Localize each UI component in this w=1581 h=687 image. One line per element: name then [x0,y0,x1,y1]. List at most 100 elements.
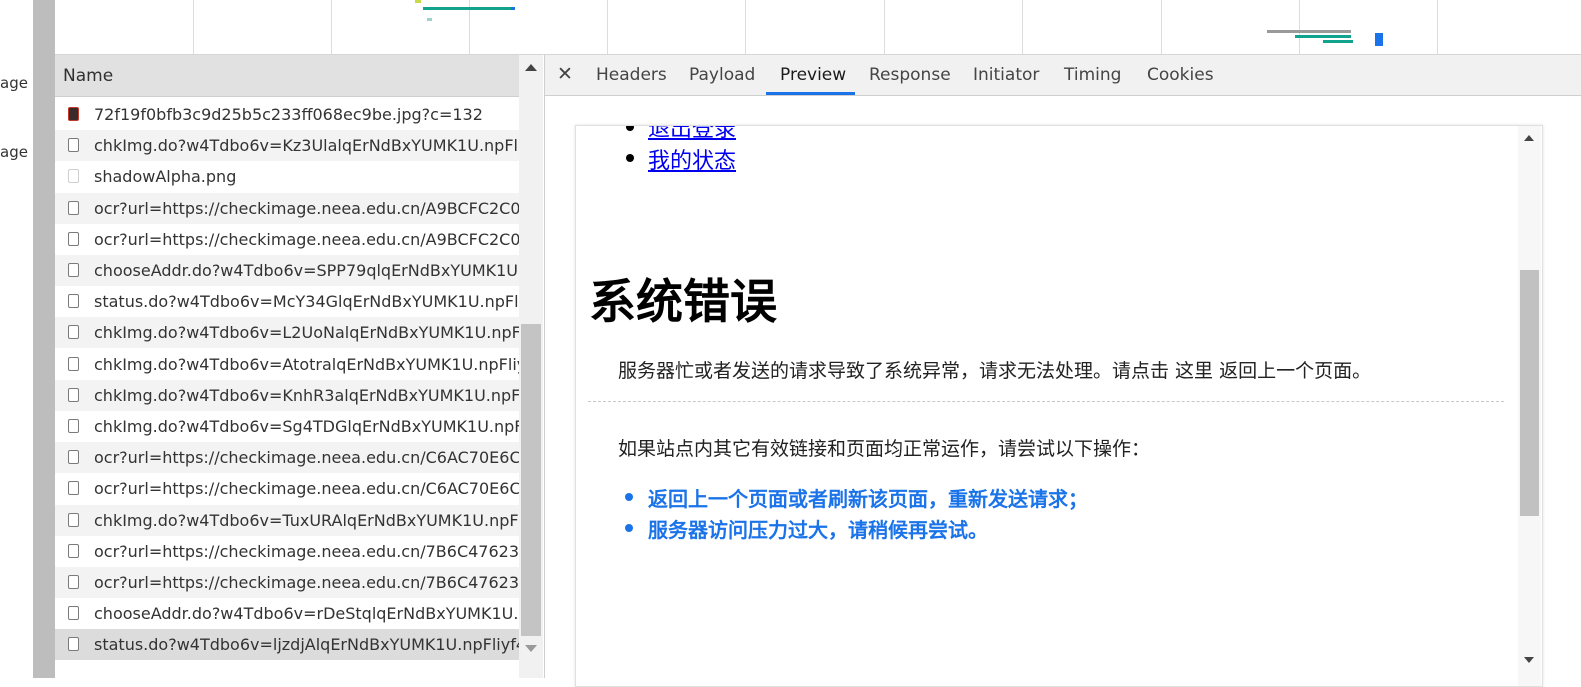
request-name: chkImg.do?w4Tdbo6v=AtotralqErNdBxYUMK1U.… [94,354,519,374]
overview-gridline [1299,0,1300,54]
detail-tabbar: ✕ Headers Payload Preview Response Initi… [545,55,1581,96]
request-row[interactable]: chkImg.do?w4Tdbo6v=TuxURAlqErNdBxYUMK1U.… [55,504,519,536]
document-icon [68,200,79,215]
document-icon [68,512,79,527]
request-row[interactable]: ocr?url=https://checkimage.neea.edu.cn/C… [55,473,519,504]
request-row[interactable]: chkImg.do?w4Tdbo6v=AtotralqErNdBxYUMK1U.… [55,349,519,380]
gutter-label: age [0,143,28,161]
overview-request-bar [1323,40,1353,43]
list-bullet [625,493,633,501]
overview-gridline [1022,0,1023,54]
request-list-scroll-thumb[interactable] [521,324,541,636]
request-name: chooseAddr.do?w4Tdbo6v=rDeStqlqErNdBxYUM… [94,604,519,624]
image-thumbnail-icon [68,107,79,121]
overview-gridline [607,0,608,54]
panel-splitter[interactable] [33,0,55,678]
request-name: ocr?url=https://checkimage.neea.edu.cn/C… [94,448,519,468]
request-name: ocr?url=https://checkimage.neea.edu.cn/A… [94,198,519,218]
name-column-label: Name [63,66,114,86]
error-message: 服务器忙或者发送的请求导致了系统异常，请求无法处理。请点击 这里 返回上一个页面… [618,360,1372,382]
request-name: ocr?url=https://checkimage.neea.edu.cn/A… [94,229,519,249]
hint-text: 如果站点内其它有效链接和页面均正常运作，请尝试以下操作： [618,438,1151,460]
document-icon [68,263,79,277]
preview-frame: 退出登录 我的状态 系统错误 服务器忙或者发送的请求导致了系统异常，请求无法处理… [575,125,1543,687]
image-icon [68,169,79,184]
active-tab-indicator [766,92,855,95]
request-row[interactable]: ocr?url=https://checkimage.neea.edu.cn/C… [55,442,519,474]
request-name: status.do?w4Tdbo6v=McY34GlqErNdBxYUMK1U.… [94,292,519,312]
overview-gridline [745,0,746,54]
overview-request-bar [1295,35,1351,38]
scroll-down-icon[interactable] [525,645,537,652]
overview-gridline [193,0,194,54]
request-row[interactable]: ocr?url=https://checkimage.neea.edu.cn/A… [55,192,519,224]
overview-request-bar [423,7,513,10]
tab-headers[interactable]: Headers [596,65,667,85]
document-icon [68,356,79,371]
name-column-header[interactable]: Name [55,55,519,97]
request-name: ocr?url=https://checkimage.neea.edu.cn/7… [94,541,519,561]
scroll-up-icon[interactable] [1524,135,1534,141]
request-name: chkImg.do?w4Tdbo6v=Sg4TDGlqErNdBxYUMK1U.… [94,417,519,436]
logout-link[interactable]: 退出登录 [648,126,736,143]
document-icon [68,481,79,496]
request-row[interactable]: chkImg.do?w4Tdbo6v=Sg4TDGlqErNdBxYUMK1U.… [55,411,519,442]
request-row[interactable]: status.do?w4Tdbo6v=ljzdjAlqErNdBxYUMK1U.… [55,629,519,661]
request-row[interactable]: chkImg.do?w4Tdbo6v=L2UoNalqErNdBxYUMK1U.… [55,317,519,349]
tab-preview[interactable]: Preview [780,65,846,85]
close-icon[interactable]: ✕ [557,63,573,85]
request-row[interactable]: ocr?url=https://checkimage.neea.edu.cn/7… [55,567,519,598]
document-icon [68,294,79,309]
left-gutter: age age [0,0,33,678]
request-list-panel: Name 72f19f0bfb3c9d25b5c233ff068ec9be.jp… [55,55,545,678]
request-row[interactable]: chkImg.do?w4Tdbo6v=KnhR3alqErNdBxYUMK1U.… [55,379,519,411]
action-item: 服务器访问压力过大，请稍候再尝试。 [648,518,988,542]
request-name: 72f19f0bfb3c9d25b5c233ff068ec9be.jpg?c=1… [94,105,483,124]
request-name: ocr?url=https://checkimage.neea.edu.cn/7… [94,573,519,592]
tab-initiator[interactable]: Initiator [973,65,1039,85]
document-icon [68,419,79,433]
overview-request-bar [511,7,515,10]
document-icon [68,637,79,652]
request-row[interactable]: ocr?url=https://checkimage.neea.edu.cn/7… [55,536,519,567]
overview-request-bar [1267,30,1351,33]
document-icon [68,231,79,246]
request-row[interactable]: ocr?url=https://checkimage.neea.edu.cn/A… [55,224,519,255]
request-name: chkImg.do?w4Tdbo6v=TuxURAlqErNdBxYUMK1U.… [94,510,519,530]
divider [588,401,1504,402]
scroll-up-icon[interactable] [525,64,537,71]
request-name: chooseAddr.do?w4Tdbo6v=SPP79qlqErNdBxYUM… [94,261,519,280]
tab-cookies[interactable]: Cookies [1147,65,1214,85]
document-icon [68,606,79,621]
overview-gridline [884,0,885,54]
tab-payload[interactable]: Payload [689,65,755,85]
gutter-label: age [0,74,28,92]
list-bullet [626,154,634,162]
my-status-link[interactable]: 我的状态 [648,143,736,175]
request-row[interactable]: 72f19f0bfb3c9d25b5c233ff068ec9be.jpg?c=1… [55,99,519,130]
tab-response[interactable]: Response [869,65,951,85]
waterfall-overview[interactable] [55,0,1581,55]
document-icon [68,543,79,558]
preview-scroll-thumb[interactable] [1520,270,1539,516]
overview-gridline [1437,0,1438,54]
overview-gridline [1161,0,1162,54]
document-icon [68,575,79,589]
request-row[interactable]: shadowAlpha.png [55,161,519,192]
request-name: status.do?w4Tdbo6v=ljzdjAlqErNdBxYUMK1U.… [94,635,519,655]
document-icon [68,325,79,340]
request-row[interactable]: chooseAddr.do?w4Tdbo6v=SPP79qlqErNdBxYUM… [55,255,519,286]
request-name: chkImg.do?w4Tdbo6v=KnhR3alqErNdBxYUMK1U.… [94,385,519,405]
tab-timing[interactable]: Timing [1064,65,1121,85]
document-icon [68,138,79,153]
overview-request-bar [1375,33,1383,46]
request-row[interactable]: status.do?w4Tdbo6v=McY34GlqErNdBxYUMK1U.… [55,286,519,317]
request-row[interactable]: chooseAddr.do?w4Tdbo6v=rDeStqlqErNdBxYUM… [55,598,519,629]
action-item: 返回上一个页面或者刷新该页面，重新发送请求； [648,487,1088,511]
request-name: ocr?url=https://checkimage.neea.edu.cn/C… [94,479,519,499]
request-name: chkImg.do?w4Tdbo6v=L2UoNalqErNdBxYUMK1U.… [94,323,519,343]
list-bullet [626,126,634,131]
scroll-down-icon[interactable] [1524,657,1534,663]
request-row[interactable]: chkImg.do?w4Tdbo6v=Kz3UlalqErNdBxYUMK1U.… [55,130,519,162]
request-name: shadowAlpha.png [94,167,237,187]
